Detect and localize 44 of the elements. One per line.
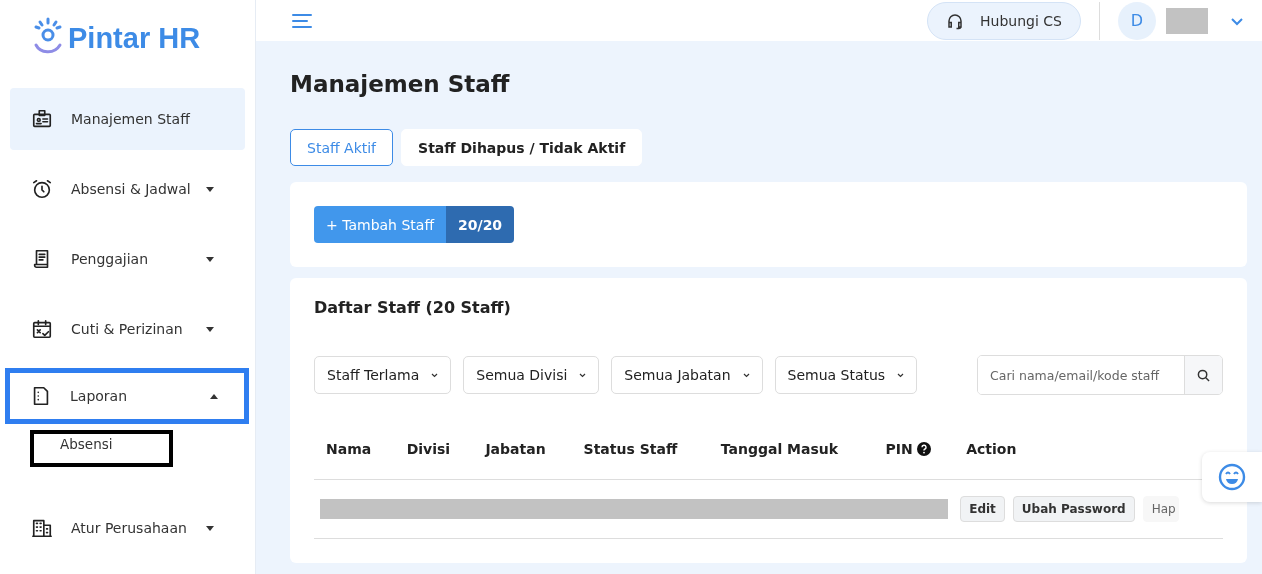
search-field[interactable]: Cari nama/email/kode staff [977,355,1223,395]
column-header: Tanggal Masuk [708,419,874,480]
search-icon [1197,368,1210,382]
row-action-button[interactable]: Ubah Password [1012,496,1135,522]
column-header: PIN [873,419,955,480]
column-header: Status Staff [571,419,709,480]
tab[interactable]: Staff Aktif [290,129,394,166]
tab[interactable]: Staff Dihapus / Tidak Aktif [401,129,643,166]
building-icon [31,517,53,539]
help-icon[interactable] [916,442,931,456]
quota-badge: 20/20 [446,206,515,243]
headset-icon [946,11,965,30]
sidebar-item[interactable]: Cuti & Perizinan [10,298,245,360]
support-button[interactable]: Hubungi CS [927,1,1081,40]
search-button[interactable] [1184,356,1222,394]
filter-dropdown[interactable]: Semua Jabatan [611,356,763,394]
chevron-icon [897,372,905,378]
clock-icon [31,178,53,200]
sidebar-item[interactable]: Atur Perusahaan [10,497,245,559]
logo-text: Pintar HR [68,21,201,55]
row-action-button[interactable]: Edit [960,496,1005,522]
submenu-item[interactable]: Absensi [30,430,173,467]
page-title: Manajemen Staff [290,71,511,97]
column-header: Nama [314,419,395,480]
sidebar-item[interactable]: Laporan [5,368,249,424]
sidebar-item[interactable]: Penggajian [10,228,245,290]
chevron-icon [579,372,587,378]
filter-dropdown[interactable]: Staff Terlama [314,356,452,394]
calendar-icon [31,318,53,340]
sidebar-item[interactable]: Manajemen Staff [10,88,245,150]
chevron-icon [742,372,750,378]
feedback-widget[interactable] [1202,452,1262,502]
id-card-icon [31,108,53,130]
row-action-button[interactable]: Hap [1142,496,1179,522]
list-title: Daftar Staff (20 Staff) [314,298,512,317]
filter-dropdown[interactable]: Semua Status [774,356,918,394]
filter-dropdown[interactable]: Semua Divisi [463,356,600,394]
chevron-icon[interactable] [1230,15,1244,26]
menu-icon[interactable] [292,12,312,29]
column-header: Jabatan [473,419,572,480]
sidebar-item[interactable]: Absensi & Jadwal [10,158,245,220]
chevron-icon [431,372,439,378]
column-header: Divisi [394,419,474,480]
smiley-icon[interactable] [1218,463,1246,491]
